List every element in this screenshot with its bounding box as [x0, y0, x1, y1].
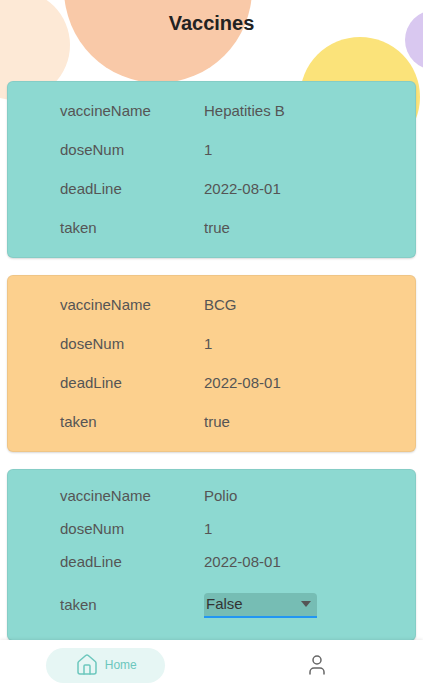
- app-screen: VaccinesvaccineNameHepatities BdoseNum1d…: [0, 0, 423, 690]
- home-icon: [75, 653, 99, 677]
- vaccine-list: vaccineNameHepatities BdoseNum1deadLine2…: [0, 45, 423, 640]
- field-label: doseNum: [8, 518, 204, 541]
- field-label: taken: [8, 217, 204, 240]
- bottom-nav: Home: [0, 640, 423, 690]
- field-value: Hepatities B: [204, 100, 285, 123]
- nav-label: Home: [105, 656, 137, 674]
- vaccine-card[interactable]: vaccineNamePoliodoseNum1deadLine2022-08-…: [7, 469, 416, 640]
- page-header: Vaccines: [0, 0, 423, 45]
- field-value: 1: [204, 333, 212, 356]
- field-row: takentrue: [8, 403, 415, 442]
- page-title: Vaccines: [169, 8, 255, 38]
- field-value: BCG: [204, 294, 237, 317]
- field-row: deadLine2022-08-01: [8, 546, 415, 579]
- field-row: doseNum1: [8, 513, 415, 546]
- field-value: 2022-08-01: [204, 551, 281, 574]
- home-tab[interactable]: Home: [46, 648, 165, 683]
- select-value: False: [206, 593, 243, 616]
- field-label: taken: [8, 594, 204, 617]
- field-row: vaccineNamePolio: [8, 480, 415, 513]
- field-value: 1: [204, 139, 212, 162]
- field-value: 2022-08-01: [204, 372, 281, 395]
- vaccine-card[interactable]: vaccineNameBCGdoseNum1deadLine2022-08-01…: [7, 275, 416, 452]
- field-row: doseNum1: [8, 325, 415, 364]
- field-label: vaccineName: [8, 485, 204, 508]
- field-label: doseNum: [8, 333, 204, 356]
- taken-select[interactable]: False: [204, 593, 317, 618]
- profile-tab[interactable]: [297, 648, 337, 683]
- field-label: vaccineName: [8, 294, 204, 317]
- field-label: deadLine: [8, 372, 204, 395]
- field-label: deadLine: [8, 178, 204, 201]
- field-row: doseNum1: [8, 131, 415, 170]
- user-icon: [305, 653, 329, 677]
- field-value: true: [204, 217, 230, 240]
- field-value: 2022-08-01: [204, 178, 281, 201]
- field-label: deadLine: [8, 551, 204, 574]
- field-row: deadLine2022-08-01: [8, 364, 415, 403]
- field-label: doseNum: [8, 139, 204, 162]
- vaccine-card[interactable]: vaccineNameHepatities BdoseNum1deadLine2…: [7, 81, 416, 258]
- field-row: vaccineNameBCG: [8, 286, 415, 325]
- field-value: Polio: [204, 485, 237, 508]
- dropdown-arrow-icon: [301, 601, 311, 607]
- field-row: takenFalse: [8, 579, 415, 631]
- field-row: takentrue: [8, 209, 415, 248]
- field-label: taken: [8, 411, 204, 434]
- field-row: vaccineNameHepatities B: [8, 92, 415, 131]
- field-value: 1: [204, 518, 212, 541]
- field-value: true: [204, 411, 230, 434]
- field-row: deadLine2022-08-01: [8, 170, 415, 209]
- field-label: vaccineName: [8, 100, 204, 123]
